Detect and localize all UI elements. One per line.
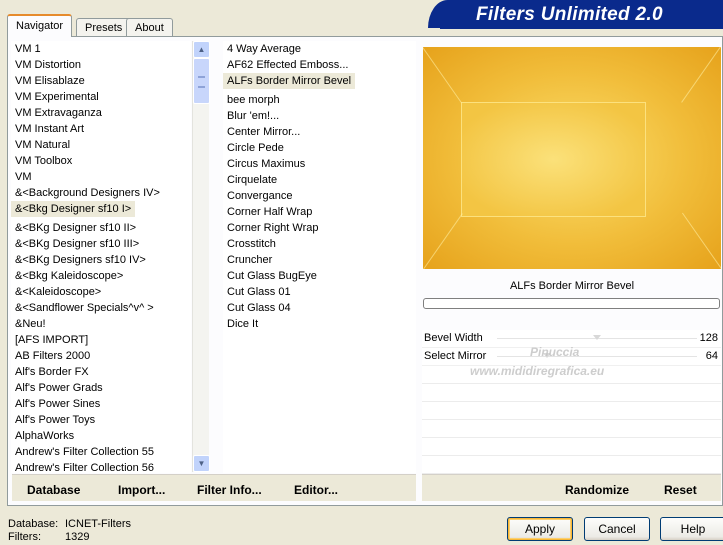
empty-param-row [422,402,721,420]
database-value: ICNET-Filters [65,518,131,530]
filter-info-button[interactable]: Filter Info... [197,483,262,497]
preview-bevel-line [423,47,463,104]
preview-inner-frame [461,102,646,217]
filter-list-item[interactable]: Blur 'em!... [223,108,416,124]
category-list[interactable]: VM 1 VM Distortion VM Elisablaze VM Experim… [11,41,191,473]
category-list-item[interactable]: Alf's Border FX [11,364,191,380]
empty-param-row [422,420,721,438]
filters-label: Filters: [8,531,41,543]
progress-bar [423,298,720,309]
left-button-bar: Database Import... Filter Info... Editor… [12,474,416,501]
empty-param-row [422,438,721,456]
filter-preview-image [423,47,721,269]
category-list-item[interactable]: Alf's Power Sines [11,396,191,412]
param-label: Bevel Width [424,332,483,344]
category-list-item[interactable]: VM Extravaganza [11,105,191,121]
filter-list-item[interactable]: Cut Glass BugEye [223,268,416,284]
reset-button[interactable]: Reset [664,483,697,497]
filter-list-item[interactable]: Cirquelate [223,172,416,188]
empty-param-row [422,384,721,402]
category-list-item[interactable]: Alf's Power Grads [11,380,191,396]
empty-param-row [422,456,721,474]
filter-list-item[interactable]: Dice It [223,316,416,332]
category-list-item[interactable]: &<Kaleidoscope> [11,284,191,300]
right-button-bar: Randomize Reset [422,474,721,501]
watermark-url: www.mididiregrafica.eu [470,364,605,378]
category-list-item[interactable]: &<BKg Designer sf10 II> [11,220,191,236]
category-list-item[interactable]: &<Sandflower Specials^v^ > [11,300,191,316]
category-list-item[interactable]: &<Background Designers IV> [11,185,191,201]
param-slider[interactable] [497,353,697,358]
scroll-up-icon[interactable]: ▲ [193,41,210,58]
category-list-item[interactable]: VM Toolbox [11,153,191,169]
category-list-item[interactable]: VM 1 [11,41,191,57]
filter-list-item[interactable]: 4 Way Average [223,41,416,57]
tab-navigator[interactable]: Navigator [7,14,73,37]
category-list-item[interactable]: AB Filters 2000 [11,348,191,364]
param-value: 128 [699,332,718,344]
filter-list-item[interactable]: Cut Glass 04 [223,300,416,316]
apply-button[interactable]: Apply [507,517,573,541]
param-slider[interactable] [497,335,697,340]
category-list-item[interactable]: VM Elisablaze [11,73,191,89]
param-value: 64 [705,350,718,362]
category-list-item[interactable]: VM Distortion [11,57,191,73]
filter-list-item[interactable]: Corner Half Wrap [223,204,416,220]
filter-list-item[interactable]: Corner Right Wrap [223,220,416,236]
category-list-item[interactable]: &<Bkg Designer sf10 I> [11,201,136,217]
selected-filter-title: ALFs Border Mirror Bevel [509,280,635,292]
scroll-down-icon[interactable]: ▼ [193,455,210,472]
filter-list-item[interactable]: Circle Pede [223,140,416,156]
editor-button[interactable]: Editor... [294,483,338,497]
brand-underline [440,27,723,29]
database-label: Database: [8,518,59,530]
filter-list-item[interactable]: ALFs Border Mirror Bevel [223,73,356,89]
category-list-item[interactable]: &Neu! [11,316,191,332]
filter-list-item[interactable]: Circus Maximus [223,156,416,172]
filter-list-item[interactable]: AF62 Effected Emboss... [223,57,416,73]
filter-list-item[interactable]: Convergance [223,188,416,204]
slider-knob[interactable] [593,335,601,340]
category-list-item[interactable]: VM Instant Art [11,121,191,137]
cancel-button[interactable]: Cancel [584,517,650,541]
tab-about[interactable]: About [126,18,173,36]
category-scrollbar[interactable]: ▲ ▼ [192,41,210,472]
param-label: Select Mirror [424,350,487,362]
randomize-button[interactable]: Randomize [565,483,629,497]
import-button[interactable]: Import... [118,483,165,497]
database-button[interactable]: Database [27,483,80,497]
category-list-item[interactable]: VM Experimental [11,89,191,105]
filter-list-item[interactable]: bee morph [223,92,416,108]
preview-bevel-line [681,212,721,269]
scroll-thumb[interactable] [193,58,210,104]
watermark-name: Pinuccia [530,345,580,359]
tab-presets[interactable]: Presets [76,18,132,36]
filter-list[interactable]: 4 Way Average AF62 Effected Emboss... ALFs… [223,41,416,473]
filter-list-item[interactable]: Cruncher [223,252,416,268]
filter-list-item[interactable]: Center Mirror... [223,124,416,140]
category-list-item[interactable]: VM Natural [11,137,191,153]
category-list-item[interactable]: AlphaWorks [11,428,191,444]
category-list-item[interactable]: [AFS IMPORT] [11,332,191,348]
category-list-item[interactable]: &<Bkg Kaleidoscope> [11,268,191,284]
help-button[interactable]: Help [660,517,723,541]
filters-count: 1329 [65,531,90,543]
filter-list-item[interactable]: Cut Glass 01 [223,284,416,300]
category-list-item[interactable]: VM [11,169,191,185]
filter-list-item[interactable]: Crosstitch [223,236,416,252]
preview-bevel-line [423,213,463,269]
preview-bevel-line [681,47,721,103]
category-list-item[interactable]: Alf's Power Toys [11,412,191,428]
category-list-item[interactable]: &<BKg Designer sf10 III> [11,236,191,252]
category-list-item[interactable]: Andrew's Filter Collection 55 [11,444,191,460]
category-list-item[interactable]: Andrew's Filter Collection 56 [11,460,191,473]
category-list-item[interactable]: &<BKg Designers sf10 IV> [11,252,191,268]
brand-banner: Filters Unlimited 2.0 [428,0,723,28]
